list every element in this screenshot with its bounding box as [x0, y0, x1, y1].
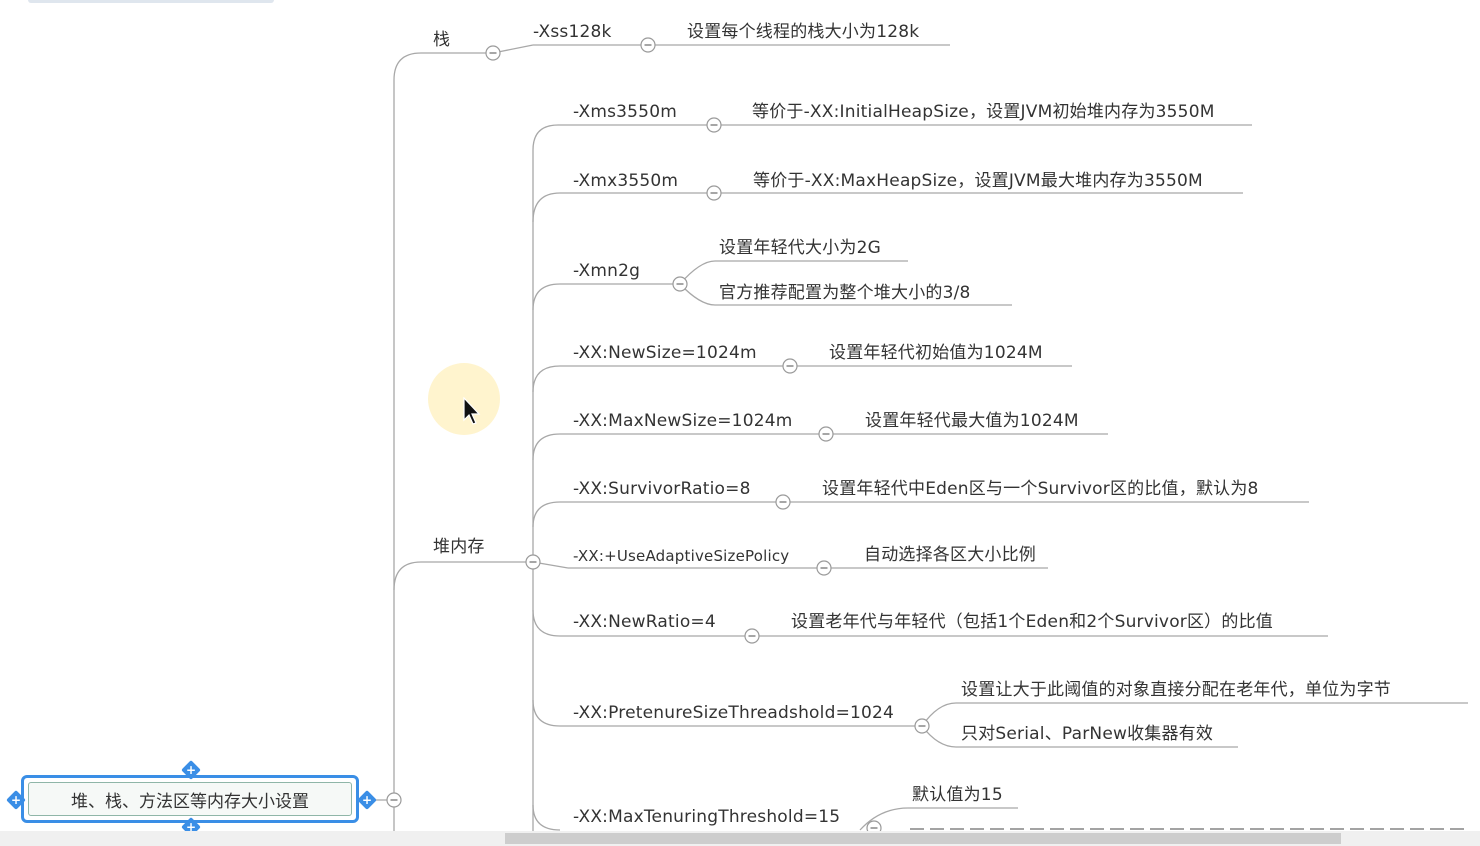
minus-circle-icon[interactable]: [706, 185, 722, 201]
heap-param[interactable]: -Xmn2g: [573, 261, 640, 281]
minus-circle-icon[interactable]: [640, 37, 656, 53]
plus-handle-icon[interactable]: +: [6, 790, 26, 810]
heap-desc[interactable]: 设置年轻代初始值为1024M: [829, 343, 1043, 363]
minus-circle-icon[interactable]: [782, 358, 798, 374]
heap-desc[interactable]: 设置年轻代大小为2G: [719, 238, 881, 258]
minus-circle-icon[interactable]: [775, 494, 791, 510]
minus-circle-icon[interactable]: [525, 554, 541, 570]
heap-param[interactable]: -Xms3550m: [573, 102, 677, 122]
heap-desc[interactable]: 官方推荐配置为整个堆大小的3/8: [719, 283, 971, 303]
minus-circle-icon[interactable]: [485, 45, 501, 61]
arrow-cursor-icon: [463, 397, 481, 425]
heap-desc[interactable]: 设置让大于此阈值的对象直接分配在老年代，单位为字节: [961, 680, 1391, 700]
stack-param[interactable]: -Xss128k: [533, 22, 612, 42]
heap-param[interactable]: -XX:PretenureSizeThreadshold=1024: [573, 703, 894, 723]
horizontal-scrollbar[interactable]: [0, 831, 1480, 846]
heap-desc[interactable]: 设置老年代与年轻代（包括1个Eden和2个Survivor区）的比值: [791, 612, 1273, 632]
heap-desc[interactable]: 等价于-XX:InitialHeapSize，设置JVM初始堆内存为3550M: [752, 102, 1215, 122]
minus-circle-icon[interactable]: [744, 628, 760, 644]
root-node-label: 堆、栈、方法区等内存大小设置: [28, 782, 352, 816]
minus-circle-icon[interactable]: [818, 426, 834, 442]
stack-desc[interactable]: 设置每个线程的栈大小为128k: [687, 22, 919, 42]
branch-heap-label[interactable]: 堆内存: [433, 537, 485, 557]
heap-param[interactable]: -XX:MaxNewSize=1024m: [573, 411, 793, 431]
heap-param[interactable]: -XX:NewRatio=4: [573, 612, 716, 632]
minus-circle-icon[interactable]: [816, 560, 832, 576]
minus-circle-icon[interactable]: [386, 792, 402, 808]
heap-param[interactable]: -XX:MaxTenuringThreshold=15: [573, 807, 840, 827]
heap-param[interactable]: -XX:+UseAdaptiveSizePolicy: [573, 546, 789, 566]
heap-desc[interactable]: 设置年轻代最大值为1024M: [865, 411, 1079, 431]
heap-desc[interactable]: 等价于-XX:MaxHeapSize，设置JVM最大堆内存为3550M: [753, 171, 1203, 191]
plus-handle-icon[interactable]: +: [357, 790, 377, 810]
minus-circle-icon[interactable]: [914, 718, 930, 734]
branch-stack-label[interactable]: 栈: [433, 30, 450, 50]
minus-circle-icon[interactable]: [706, 117, 722, 133]
minus-circle-icon[interactable]: [672, 276, 688, 292]
heap-desc[interactable]: 默认值为15: [912, 785, 1003, 805]
plus-handle-icon[interactable]: +: [181, 760, 201, 780]
heap-desc[interactable]: 设置年轻代中Eden区与一个Survivor区的比值，默认为8: [822, 479, 1259, 499]
heap-desc[interactable]: 只对Serial、ParNew收集器有效: [961, 724, 1213, 744]
scrollbar-thumb[interactable]: [505, 833, 1341, 844]
root-node[interactable]: 堆、栈、方法区等内存大小设置: [21, 775, 359, 823]
heap-param[interactable]: -Xmx3550m: [573, 171, 678, 191]
heap-param[interactable]: -XX:NewSize=1024m: [573, 343, 757, 363]
heap-desc[interactable]: 自动选择各区大小比例: [864, 545, 1036, 565]
heap-param[interactable]: -XX:SurvivorRatio=8: [573, 479, 751, 499]
